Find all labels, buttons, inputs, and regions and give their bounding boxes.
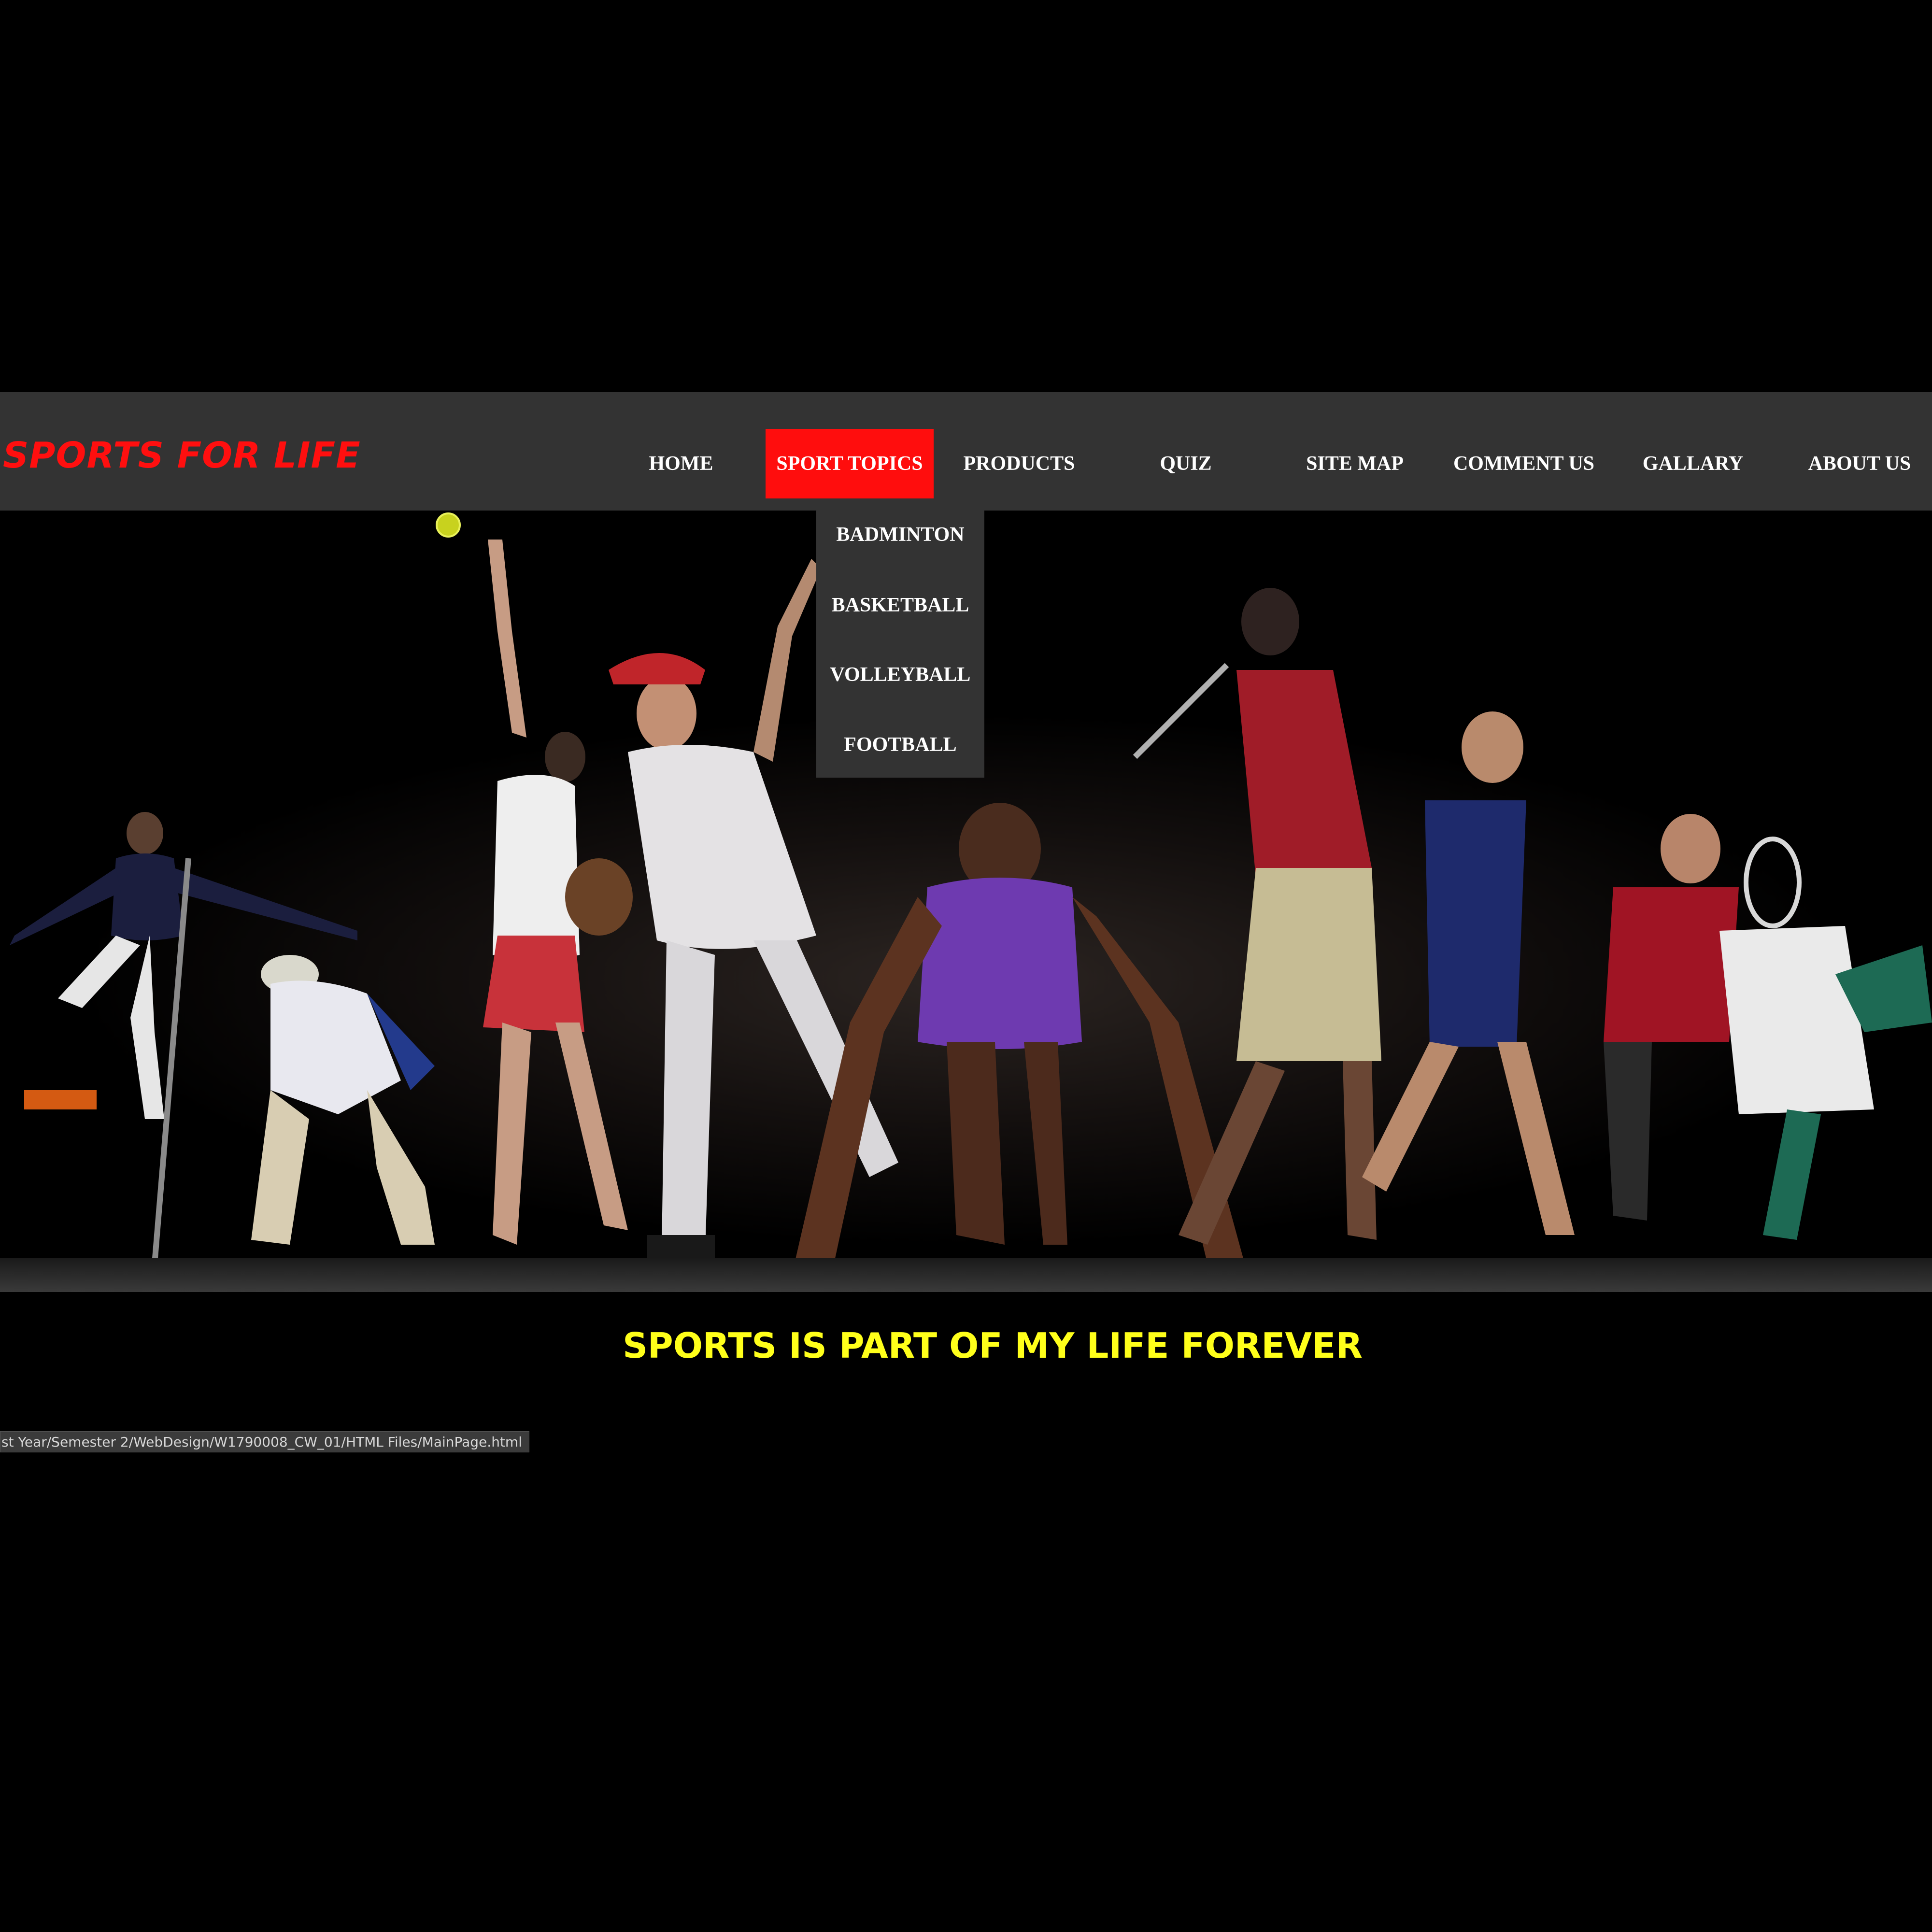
dropdown-item-basketball[interactable]: BASKETBALL (816, 581, 984, 629)
nav-sport-topics[interactable]: SPORT TOPICS (766, 429, 934, 498)
navbar: SPORTS FOR LIFE HOME SPORT TOPICS PRODUC… (0, 392, 1932, 511)
nav-comment-us[interactable]: COMMENT US (1444, 429, 1604, 498)
nav-products[interactable]: PRODUCTS (949, 429, 1089, 498)
nav-quiz[interactable]: QUIZ (1140, 429, 1232, 498)
tagline: SPORTS IS PART OF MY LIFE FOREVER (623, 1325, 1363, 1366)
dropdown-item-badminton[interactable]: BADMINTON (816, 511, 984, 559)
hero-floor (0, 1258, 1932, 1292)
nav-home[interactable]: HOME (638, 429, 724, 498)
dropdown-item-volleyball[interactable]: VOLLEYBALL (816, 651, 984, 699)
dropdown-item-football[interactable]: FOOTBALL (816, 721, 984, 769)
nav-site-map[interactable]: SITE MAP (1294, 429, 1415, 498)
nav-gallary[interactable]: GALLARY (1633, 429, 1753, 498)
site-logo-text[interactable]: SPORTS FOR LIFE (3, 435, 361, 476)
sport-topics-dropdown: BADMINTON BASKETBALL VOLLEYBALL FOOTBALL (816, 511, 984, 778)
status-bar-url: st Year/Semester 2/WebDesign/W1790008_CW… (0, 1431, 529, 1452)
nav-about-us[interactable]: ABOUT US (1799, 429, 1920, 498)
